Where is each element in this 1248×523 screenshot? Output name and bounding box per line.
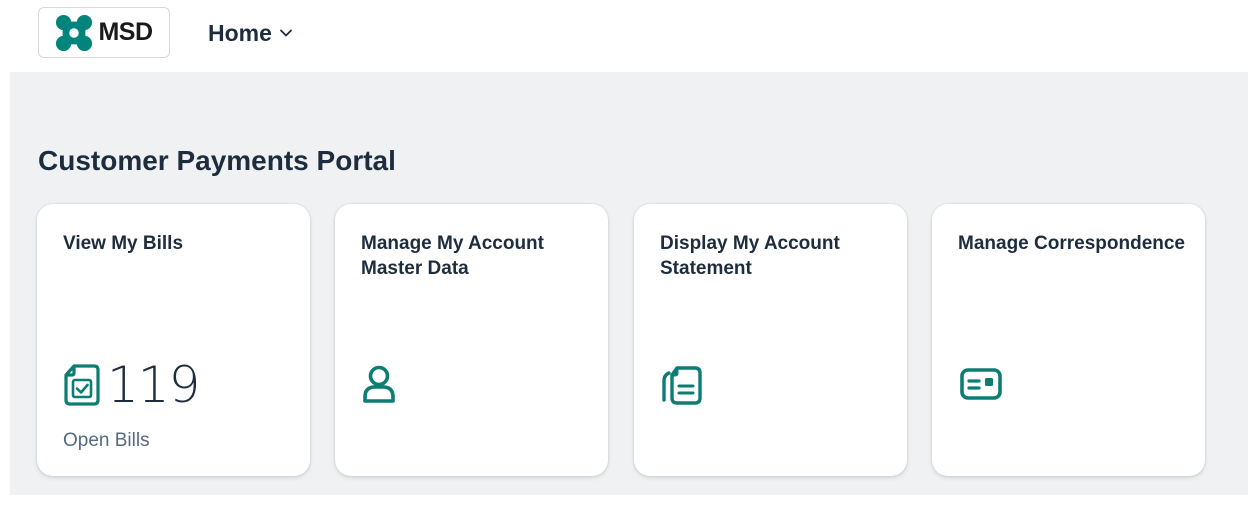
home-menu-button[interactable]: Home bbox=[208, 18, 294, 48]
chevron-down-icon bbox=[280, 29, 292, 37]
home-menu-label: Home bbox=[208, 19, 272, 46]
shell-header: MSD Home bbox=[0, 0, 1248, 72]
tile-title: View My Bills bbox=[63, 233, 184, 254]
msd-logo-icon bbox=[56, 14, 93, 51]
tile-display-account-statement[interactable]: Display My Account Statement bbox=[634, 204, 907, 476]
documents-icon bbox=[662, 366, 702, 405]
tile-title: Display My Account Statement bbox=[660, 233, 840, 279]
tile-footer: Open Bills bbox=[63, 430, 150, 451]
document-check-icon bbox=[64, 364, 100, 406]
tile-title: Manage My Account Master Data bbox=[361, 233, 544, 279]
company-logo[interactable]: MSD bbox=[38, 7, 170, 58]
kpi-value: 119 bbox=[107, 356, 200, 414]
id-card-icon bbox=[960, 368, 1002, 400]
person-icon bbox=[363, 365, 395, 403]
logo-text: MSD bbox=[98, 18, 153, 46]
tile-title: Manage Correspondence bbox=[958, 233, 1185, 254]
tile-manage-account-master-data[interactable]: Manage My Account Master Data bbox=[335, 204, 608, 476]
page-title: Customer Payments Portal bbox=[38, 145, 396, 176]
kpi-row: 119 bbox=[63, 356, 200, 414]
tile-view-my-bills[interactable]: View My Bills 119 Open Bills bbox=[37, 204, 310, 476]
tile-manage-correspondence[interactable]: Manage Correspondence bbox=[932, 204, 1205, 476]
